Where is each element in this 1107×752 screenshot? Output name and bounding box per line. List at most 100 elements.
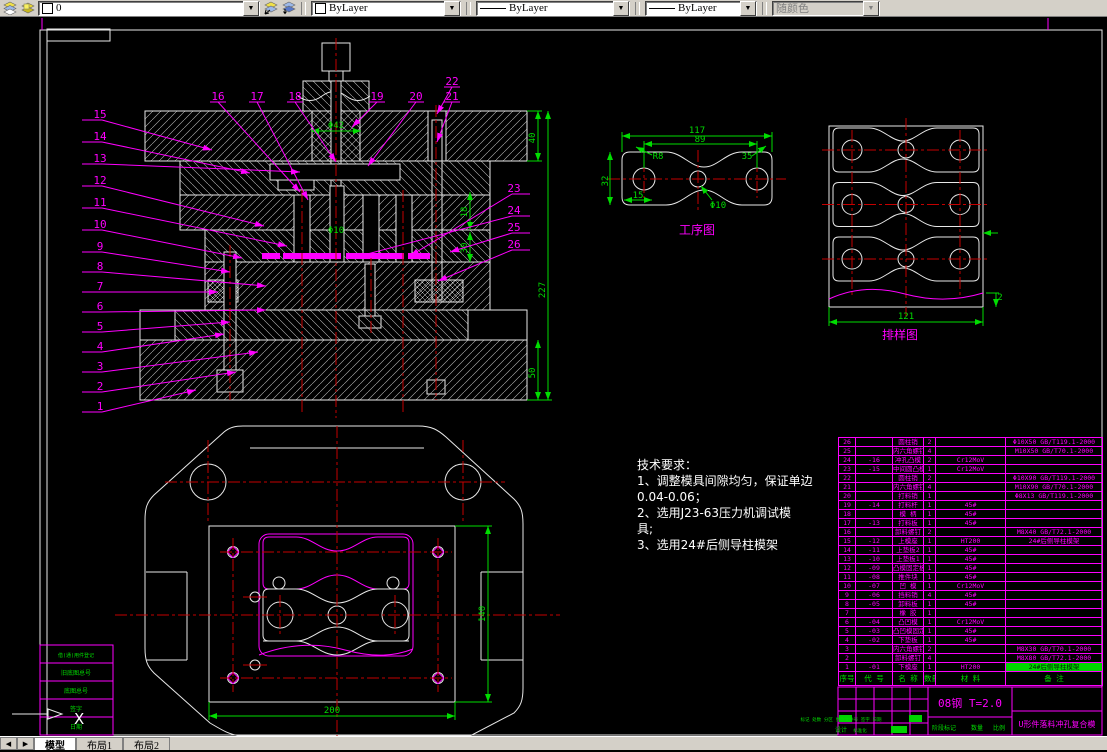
callout-number: 21 [445, 90, 458, 103]
bom-row: 18 模 柄 1 45# [838, 509, 1103, 519]
layer-combo[interactable]: 0 ▼ [38, 0, 260, 16]
current-color-name: ByLayer [329, 2, 368, 14]
current-lineweight-name: ByLayer [678, 2, 717, 14]
dim-50: 50 [528, 368, 538, 379]
callout-number: 2 [97, 380, 104, 393]
dim-140: 140 [478, 606, 488, 622]
process-dimensions: 117 89 32 R8 35 15 Φ10 [601, 126, 773, 211]
tech-req-line: 0.04-0.06； [637, 490, 707, 504]
tab-model[interactable]: 模型 [34, 737, 76, 752]
bom-row: 10 -07 凹 模 1 Cr12MoV [838, 581, 1103, 591]
toolbar-separator [466, 1, 471, 15]
bom-row: 25 内六角螺钉 4 M10X50 GB/T70.1-2000 [838, 446, 1103, 456]
toolbar-separator [762, 1, 767, 15]
callout-number: 22 [445, 75, 458, 88]
linetype-combo-arrow-icon[interactable]: ▼ [613, 0, 629, 16]
title-block-scale: 比例 [993, 724, 1005, 732]
title-block-designer: 设计 [835, 726, 847, 734]
layer-combo-arrow-icon[interactable]: ▼ [243, 0, 259, 16]
bom-row: 3 内六角螺钉 2 M8X30 GB/T70.1-2000 [838, 644, 1103, 654]
dim-2: 2 [997, 293, 1002, 303]
bom-row: 7橡 胶1 [838, 608, 1103, 618]
callout-number: 6 [97, 300, 104, 313]
plot-style-value: 随颜色 [776, 3, 809, 15]
bom-row: 26 圆柱销 2 Φ10X50 GB/T119.1-2000 [838, 437, 1103, 447]
strip-layout-view[interactable]: 121 2 排样图 [822, 118, 1003, 342]
toolbar-separator [301, 1, 306, 15]
color-combo-arrow-icon[interactable]: ▼ [444, 0, 460, 16]
bom-row: 17 -13 打料板 1 45# [838, 518, 1103, 528]
dim-200: 200 [324, 706, 340, 716]
callout-number: 8 [97, 260, 104, 273]
ucs-icon: X [12, 708, 84, 728]
layer-previous-icon[interactable] [280, 1, 296, 16]
tech-req-line: 3、选用24#后侧导柱模架 [637, 538, 778, 552]
dim-35: 35 [742, 152, 753, 162]
lineweight-sample [649, 7, 675, 9]
tech-req-line: 1、调整模具间隙均匀，保证单边 [637, 474, 813, 488]
linetype-combo[interactable]: ByLayer ▼ [476, 0, 630, 16]
strip-view-label: 排样图 [882, 327, 918, 342]
lineweight-combo-arrow-icon[interactable]: ▼ [740, 0, 756, 16]
dim-15: 15 [633, 191, 644, 201]
layer-manager-icon[interactable] [2, 1, 18, 16]
tab-layout2[interactable]: 布局2 [123, 737, 170, 752]
callout-number: 3 [97, 360, 104, 373]
bom-row: 22 圆柱销 2 Φ10X90 GB/T119.1-2000 [838, 473, 1103, 483]
bom-row: 1 -01 下模座 1 HT200 24#后侧导柱模架 [838, 662, 1103, 672]
current-color-swatch [315, 2, 326, 14]
title-block-change-row: 标记 处数 分区 更改文件号 签字 日期 [800, 716, 882, 723]
callout-number: 24 [507, 204, 521, 217]
bom-row: 24 -16 冲孔凸模 2 Cr12MoV [838, 455, 1103, 465]
margin-label: 旧底图总号 [61, 669, 91, 677]
die-plan-view[interactable]: 140 200 [115, 425, 560, 737]
callout-number: 25 [507, 221, 520, 234]
bom-row: 4 -02 下垫板 1 45# [838, 635, 1103, 645]
technical-requirements: 技术要求： 1、调整模具间隙均匀，保证单边 0.04-0.06； 2、选用J23… [637, 457, 842, 553]
dim-32: 32 [601, 176, 611, 187]
bom-row: 12 -09 凸模固定板 1 45# [838, 563, 1103, 573]
title-block-standardization: 标准化 [853, 727, 867, 734]
layout-tabbar: ◀ ▶ 模型 布局1 布局2 [0, 736, 1107, 752]
bom-row: 13 -10 上垫板1 1 45# [838, 554, 1103, 564]
callout-number: 7 [97, 280, 104, 293]
callout-number: 15 [93, 108, 106, 121]
bom-row: 8 -05 卸料板 1 45# [838, 599, 1103, 609]
current-linetype-name: ByLayer [509, 2, 548, 14]
margin-label: 底图总号 [64, 687, 88, 695]
dim-227: 227 [538, 282, 548, 298]
dim-18: 18 [460, 207, 470, 218]
ucs-x-axis-label: X [74, 710, 84, 728]
callout-number: 16 [211, 90, 224, 103]
callout-number: 17 [250, 90, 263, 103]
lineweight-combo[interactable]: ByLayer ▼ [645, 0, 757, 16]
callout-number: 23 [507, 182, 520, 195]
tech-req-line: 具; [637, 522, 654, 536]
linetype-sample [480, 7, 506, 9]
callout-number: 12 [93, 174, 106, 187]
dim-40: 40 [528, 133, 538, 144]
layer-states-icon[interactable] [20, 1, 36, 16]
bom-row: 20 打料销 1 Φ8X13 GB/T119.1-2000 [838, 491, 1103, 501]
bom-header-row: 序号代 号名 称数量材 料备 注 [838, 671, 1103, 686]
color-combo[interactable]: ByLayer ▼ [311, 0, 461, 16]
make-object-layer-current-icon[interactable] [262, 1, 278, 16]
dim-phi10: Φ10 [328, 226, 344, 236]
bom-row: 21 内六角螺钉 4 M10X90 GB/T70.1-2000 [838, 482, 1103, 492]
title-block-qty: 数量 [971, 724, 983, 732]
current-layer-name: 0 [56, 2, 62, 14]
die-section-view[interactable]: Φ42 40 227 50 18 30 Φ10 1514131211109876… [82, 38, 552, 418]
callout-number: 13 [93, 152, 106, 165]
margin-label: 借(通)用件登记 [58, 652, 94, 659]
callout-number: 19 [370, 90, 383, 103]
callout-number: 26 [507, 238, 520, 251]
tab-layout1[interactable]: 布局1 [76, 737, 123, 752]
tab-scroll-left-icon[interactable]: ◀ [0, 737, 17, 750]
strip-dimensions: 121 2 [828, 230, 1003, 326]
dim-121: 121 [898, 312, 914, 322]
bom-table: 26 圆柱销 2 Φ10X50 GB/T119.1-2000 25 内六角螺钉 4 M10X5… [838, 437, 1103, 686]
dim-phi42: Φ42 [328, 121, 344, 131]
dim-phi10-part: Φ10 [710, 201, 726, 211]
process-part-view[interactable]: 117 89 32 R8 35 15 Φ10 工序图 [601, 126, 786, 237]
tab-scroll-right-icon[interactable]: ▶ [17, 737, 34, 750]
